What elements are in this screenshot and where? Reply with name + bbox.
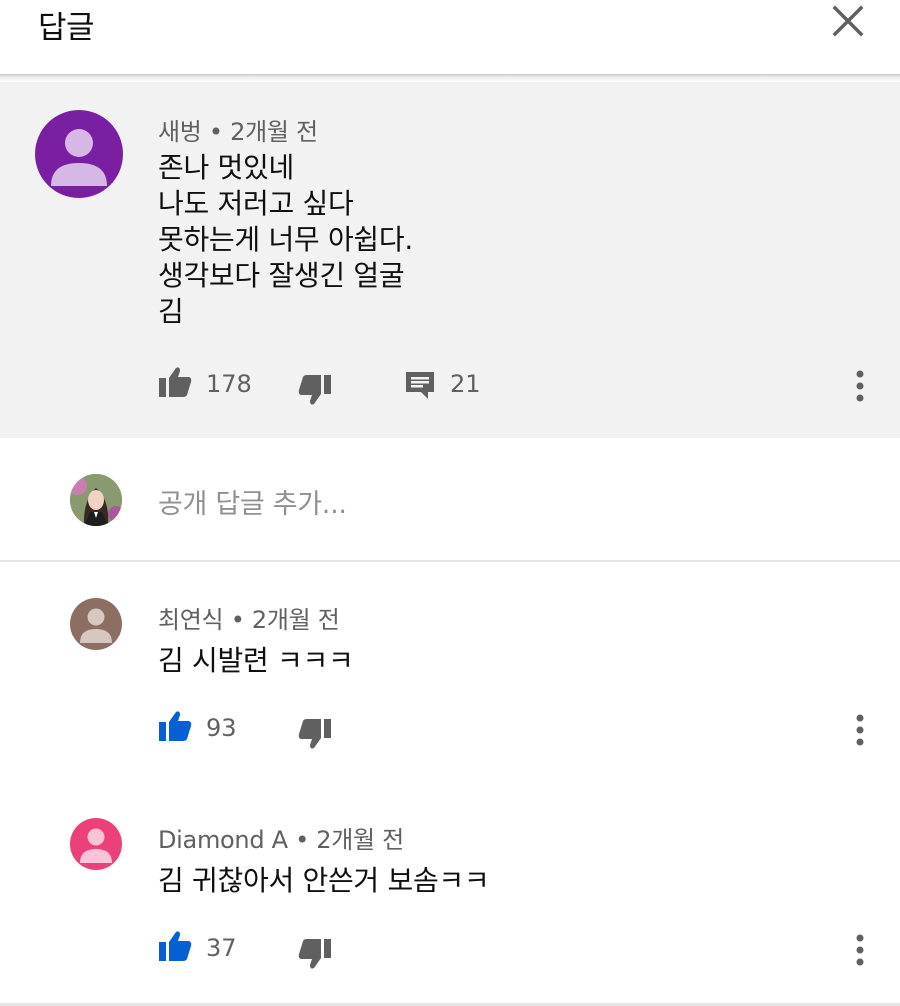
like-button[interactable] [158,930,192,962]
comment-meta: 최연식 • 2개월 전 [158,600,340,635]
reply-button[interactable] [404,370,436,400]
divider [0,560,900,562]
comment-author[interactable]: 최연식 [158,606,224,634]
user-icon [51,129,107,186]
avatar[interactable] [70,818,122,870]
comment-line: 존나 멋있네 [158,151,294,184]
comment-time: 2개월 전 [316,826,404,854]
like-count: 93 [206,714,237,742]
comment-line: 나도 저러고 싶다 [158,187,354,220]
comment-line: 김 [158,295,184,328]
close-icon [832,5,864,37]
comment-meta: 새벙 • 2개월 전 [158,112,318,147]
header-shadow [0,74,900,82]
comment-line: 생각보다 잘생긴 얼굴 [158,259,405,292]
user-icon [80,828,112,863]
more-options-icon[interactable] [850,712,870,748]
comment-meta: Diamond A • 2개월 전 [158,820,404,855]
comment-author[interactable]: Diamond A [158,826,288,854]
meta-separator: • [230,606,252,634]
close-button[interactable] [826,0,870,44]
profile-photo [70,474,122,526]
dislike-button[interactable] [298,374,332,406]
like-count: 178 [206,370,252,398]
parent-comment: 새벙 • 2개월 전 존나 멋있네 나도 저러고 싶다 못하는게 너무 아쉽다.… [0,82,900,438]
meta-separator: • [295,826,317,854]
dislike-button[interactable] [298,938,332,970]
user-icon [80,608,112,643]
comment-text: 존나 멋있네 나도 저러고 싶다 못하는게 너무 아쉽다. 생각보다 잘생긴 얼… [158,150,413,330]
like-count: 37 [206,934,237,962]
page-title: 답글 [38,10,95,46]
comment-author[interactable]: 새벙 [158,118,202,146]
avatar[interactable] [70,598,122,650]
more-options-icon[interactable] [850,368,870,404]
my-avatar [70,474,122,526]
comment-text: 김 시발련 ㅋㅋㅋ [158,644,354,677]
more-options-icon[interactable] [850,932,870,968]
dislike-button[interactable] [298,718,332,750]
replies-header: 답글 [0,0,900,76]
like-button[interactable] [158,366,192,398]
avatar[interactable] [35,110,123,198]
meta-separator: • [208,118,231,146]
like-button[interactable] [158,710,192,742]
comment-line: 못하는게 너무 아쉽다. [158,223,413,256]
comment-time: 2개월 전 [251,606,340,634]
add-reply-input[interactable] [158,484,778,524]
comment-text: 김 귀찮아서 안쓴거 보솜ㅋㅋ [158,864,490,897]
comment-time: 2개월 전 [230,118,318,146]
reply-count: 21 [450,370,481,398]
